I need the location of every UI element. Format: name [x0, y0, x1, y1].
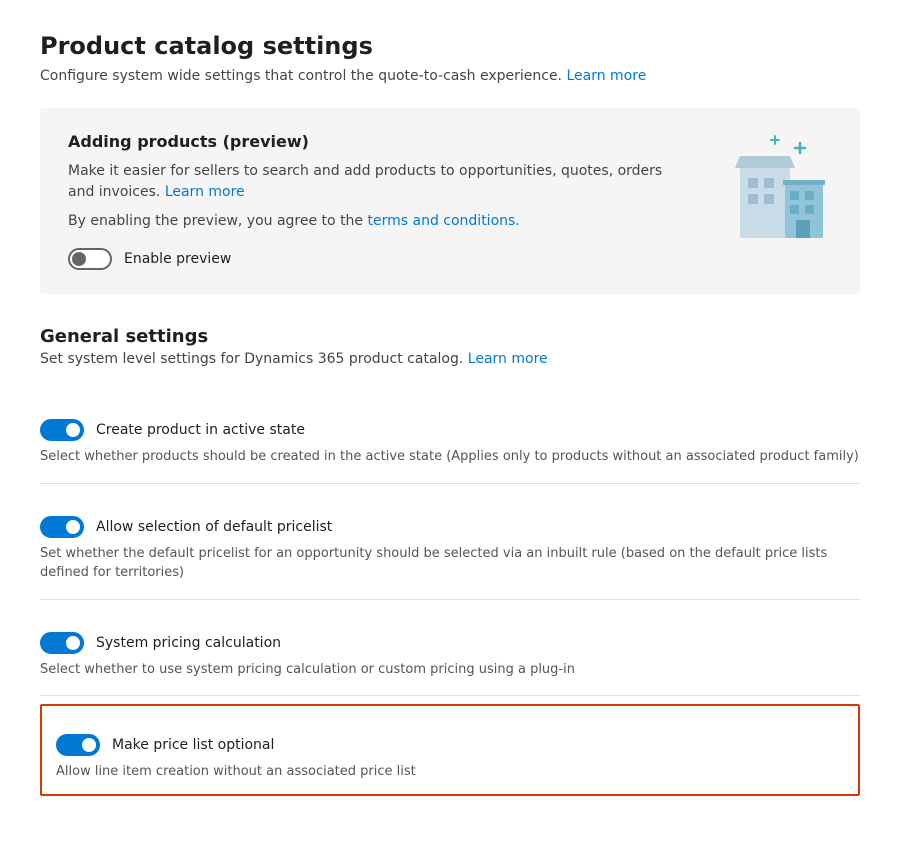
preview-card-terms: By enabling the preview, you agree to th… [68, 211, 668, 232]
toggle-thumb [66, 520, 80, 534]
system-pricing-label: System pricing calculation [96, 635, 281, 651]
page-subtitle: Configure system wide settings that cont… [40, 68, 860, 84]
general-settings-section: General settings Set system level settin… [40, 326, 860, 796]
toggle-thumb [66, 423, 80, 437]
system-pricing-toggle-row: System pricing calculation [40, 632, 860, 654]
preview-card-title: Adding products (preview) [68, 132, 832, 151]
price-list-optional-toggle-row: Make price list optional [56, 734, 844, 756]
toggle-track [40, 419, 84, 441]
enable-preview-toggle[interactable] [68, 248, 112, 270]
preview-card: Adding products (preview) Make it easier… [40, 108, 860, 294]
preview-card-description: Make it easier for sellers to search and… [68, 161, 668, 203]
enable-preview-label: Enable preview [124, 251, 231, 267]
general-settings-subtitle: Set system level settings for Dynamics 3… [40, 351, 860, 367]
default-pricelist-toggle-row: Allow selection of default pricelist [40, 516, 860, 538]
toggle-thumb [72, 252, 86, 266]
price-list-optional-description: Allow line item creation without an asso… [56, 762, 844, 782]
setting-item-system-pricing: System pricing calculation Select whethe… [40, 600, 860, 697]
toggle-thumb [82, 738, 96, 752]
preview-illustration [720, 128, 830, 248]
toggle-track [68, 248, 112, 270]
setting-item-price-list-optional: Make price list optional Allow line item… [40, 704, 860, 796]
system-pricing-description: Select whether to use system pricing cal… [40, 660, 860, 680]
create-product-toggle-row: Create product in active state [40, 419, 860, 441]
price-list-optional-toggle[interactable] [56, 734, 100, 756]
page-title: Product catalog settings [40, 32, 860, 60]
enable-preview-row: Enable preview [68, 248, 832, 270]
toggle-track [40, 516, 84, 538]
terms-conditions-link[interactable]: terms and conditions. [368, 213, 520, 229]
setting-item-default-pricelist: Allow selection of default pricelist Set… [40, 484, 860, 600]
page-learn-more-link[interactable]: Learn more [566, 68, 646, 84]
toggle-track [56, 734, 100, 756]
general-learn-more-link[interactable]: Learn more [468, 351, 548, 367]
toggle-thumb [66, 636, 80, 650]
create-product-description: Select whether products should be create… [40, 447, 860, 467]
system-pricing-toggle[interactable] [40, 632, 84, 654]
toggle-track [40, 632, 84, 654]
general-settings-title: General settings [40, 326, 860, 347]
create-product-toggle[interactable] [40, 419, 84, 441]
setting-item-create-product: Create product in active state Select wh… [40, 387, 860, 484]
default-pricelist-toggle[interactable] [40, 516, 84, 538]
price-list-optional-label: Make price list optional [112, 737, 274, 753]
preview-learn-more-link[interactable]: Learn more [165, 184, 245, 200]
default-pricelist-description: Set whether the default pricelist for an… [40, 544, 860, 583]
default-pricelist-label: Allow selection of default pricelist [96, 519, 332, 535]
create-product-label: Create product in active state [96, 422, 305, 438]
